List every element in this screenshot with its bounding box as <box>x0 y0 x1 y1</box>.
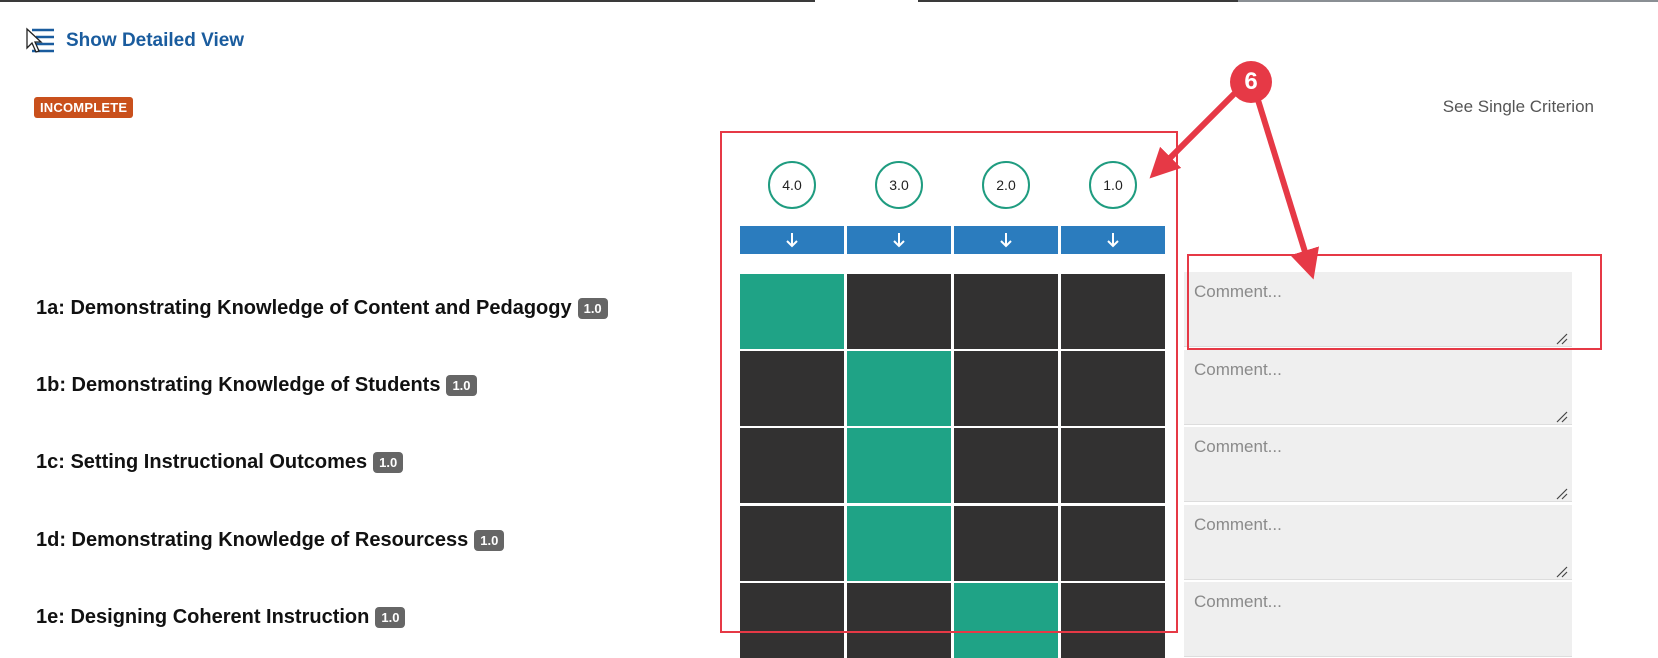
rating-cell-1b-3.0[interactable] <box>847 351 951 426</box>
criterion-title: 1c: Setting Instructional Outcomes <box>36 451 368 473</box>
comment-field-1e[interactable] <box>1184 582 1572 657</box>
show-detailed-view-label[interactable]: Show Detailed View <box>66 30 244 52</box>
criterion-1a-label: 1a: Demonstrating Knowledge of Content a… <box>36 297 608 320</box>
apply-level-1-all-button[interactable] <box>1061 226 1165 254</box>
weight-badge: 1.0 <box>446 375 477 396</box>
weight-badge: 1.0 <box>577 298 608 319</box>
criterion-title: 1e: Designing Coherent Instruction <box>36 606 370 628</box>
rating-cell-1c-2.0[interactable] <box>954 428 1058 503</box>
rating-cell-1b-1.0[interactable] <box>1061 351 1165 426</box>
score-level-4-button[interactable]: 4.0 <box>768 161 816 209</box>
annotation-arrow-to-grid <box>1149 89 1239 179</box>
score-level-header: 3.0 <box>847 161 951 209</box>
rating-cell-1b-2.0[interactable] <box>954 351 1058 426</box>
rating-cell-1a-2.0[interactable] <box>954 274 1058 349</box>
comment-field-1b[interactable] <box>1184 350 1572 425</box>
weight-badge: 1.0 <box>373 452 404 473</box>
rating-cell-1a-1.0[interactable] <box>1061 274 1165 349</box>
rating-cell-1d-2.0[interactable] <box>954 506 1058 581</box>
rating-cell-1a-4.0[interactable] <box>740 274 844 349</box>
score-level-header: 4.0 <box>740 161 844 209</box>
criterion-1c-label: 1c: Setting Instructional Outcomes 1.0 <box>36 451 404 474</box>
apply-level-4-all-button[interactable] <box>740 226 844 254</box>
list-view-icon <box>26 27 54 53</box>
top-border-middle <box>918 0 1238 2</box>
score-level-1-button[interactable]: 1.0 <box>1089 161 1137 209</box>
rating-cell-1e-2.0[interactable] <box>954 583 1058 658</box>
weight-badge: 1.0 <box>375 607 406 628</box>
arrow-down-icon <box>893 233 905 248</box>
rating-cell-1b-4.0[interactable] <box>740 351 844 426</box>
apply-level-3-all-button[interactable] <box>847 226 951 254</box>
criterion-1b-label: 1b: Demonstrating Knowledge of Students … <box>36 374 477 397</box>
arrow-down-icon <box>1107 233 1119 248</box>
annotation-arrow-to-comment <box>1255 99 1320 280</box>
criterion-1e-label: 1e: Designing Coherent Instruction 1.0 <box>36 606 406 629</box>
rating-cell-1d-3.0[interactable] <box>847 506 951 581</box>
status-badge: INCOMPLETE <box>34 97 134 118</box>
apply-level-2-all-button[interactable] <box>954 226 1058 254</box>
rating-cell-1e-4.0[interactable] <box>740 583 844 658</box>
comment-field-1c[interactable] <box>1184 427 1572 502</box>
top-border-right <box>1238 0 1658 2</box>
weight-badge: 1.0 <box>474 530 505 551</box>
arrow-down-icon <box>1000 233 1012 248</box>
rating-cell-1e-3.0[interactable] <box>847 583 951 658</box>
rating-cell-1a-3.0[interactable] <box>847 274 951 349</box>
score-level-2-button[interactable]: 2.0 <box>982 161 1030 209</box>
rating-cell-1c-4.0[interactable] <box>740 428 844 503</box>
criterion-title: 1b: Demonstrating Knowledge of Students <box>36 374 441 396</box>
annotation-callout-badge: 6 <box>1230 61 1272 103</box>
rating-cell-1c-3.0[interactable] <box>847 428 951 503</box>
rating-cell-1d-4.0[interactable] <box>740 506 844 581</box>
criterion-title: 1d: Demonstrating Knowledge of Resources… <box>36 529 469 551</box>
rating-cell-1c-1.0[interactable] <box>1061 428 1165 503</box>
rating-cell-1d-1.0[interactable] <box>1061 506 1165 581</box>
arrow-down-icon <box>786 233 798 248</box>
show-detailed-view-link[interactable]: Show Detailed View <box>26 26 244 56</box>
see-single-criterion-link[interactable]: See Single Criterion <box>1443 97 1594 117</box>
score-level-header: 1.0 <box>1061 161 1165 209</box>
comment-field-1a[interactable] <box>1184 272 1572 347</box>
comment-field-1d[interactable] <box>1184 505 1572 580</box>
criterion-1d-label: 1d: Demonstrating Knowledge of Resources… <box>36 529 505 552</box>
score-level-3-button[interactable]: 3.0 <box>875 161 923 209</box>
top-border-left <box>0 0 815 2</box>
score-level-header: 2.0 <box>954 161 1058 209</box>
criterion-title: 1a: Demonstrating Knowledge of Content a… <box>36 297 572 319</box>
rating-cell-1e-1.0[interactable] <box>1061 583 1165 658</box>
